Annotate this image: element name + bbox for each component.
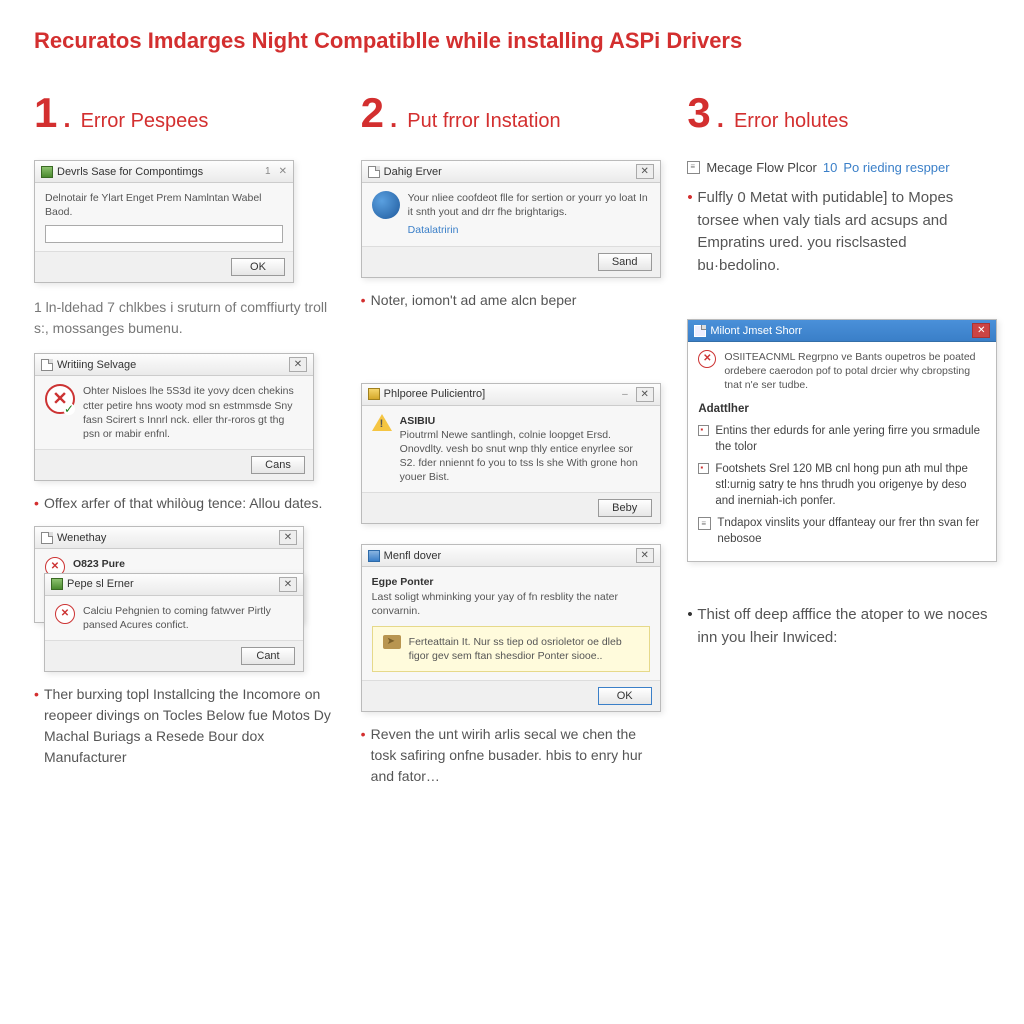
columns-wrap: 1 . Error Pespees Devrls Sase for Compon… — [34, 92, 990, 799]
dialog-menfl-box: Ferteattain It. Nur ss tiep od osrioleto… — [409, 635, 639, 663]
dialog-phlporee-min[interactable]: – — [622, 389, 628, 400]
doc-icon — [694, 325, 706, 337]
dialog-phlporee-msg: Pioutrml Newe santlingh, colnie loopget … — [400, 428, 650, 485]
dialog-phlporee-head: ASIBIU — [400, 414, 650, 428]
page-title: Recuratos Imdarges Night Compatiblle whi… — [34, 28, 990, 54]
dialog-menfl-ok-button[interactable]: OK — [598, 687, 652, 705]
dialog-menfl-msg: Last soligt whminking your yay of fn res… — [372, 590, 650, 618]
app-icon — [51, 578, 63, 590]
info-head: Mecage Flow Plcor 10 Po rieding respper — [687, 160, 990, 175]
dialog-devrls-input[interactable] — [45, 225, 283, 243]
bullet-icon — [698, 425, 709, 436]
dialog-phlporee: Phlporee Pulicientro] – ✕ ASIBIU Pioutrm… — [361, 383, 661, 525]
bullet-icon — [698, 463, 709, 474]
dialog-phlporee-close[interactable]: ✕ — [636, 387, 654, 402]
dialog-dahig-link[interactable]: Datalatririn — [408, 223, 650, 237]
dialog-milont-err: OSIITEACNML Regrpno ve Bants oupetros be… — [724, 350, 986, 393]
doc-icon — [368, 166, 380, 178]
step-2-title: Put frror Instation — [407, 110, 560, 133]
step-1-header: 1 . Error Pespees — [34, 92, 337, 134]
column-2: 2 . Put frror Instation Dahig Erver ✕ Yo… — [361, 92, 664, 799]
bullet-c1-2: Ther burxing topl Installcing the Incomo… — [34, 684, 337, 768]
globe-icon — [372, 191, 400, 219]
dialog-phlporee-title: Phlporee Pulicientro] — [384, 388, 618, 400]
app-icon — [368, 388, 380, 400]
step-2-number: 2 — [361, 92, 384, 134]
dialog-writing-msg: Ohter Nisloes lhe 5S3d ite yovy dcen che… — [83, 384, 303, 441]
caption-c1-1: 1 ln-ldehad 7 chlkbes i sruturn of comff… — [34, 297, 337, 339]
dialog-devrls-msg: Delnotair fe Ylart Enget Prem Namlntan W… — [45, 191, 283, 219]
dialog-devrls-close[interactable]: ✕ — [279, 166, 287, 177]
dialog-devrls-ok-button[interactable]: OK — [231, 258, 285, 276]
doc-icon — [41, 532, 53, 544]
warning-icon — [372, 414, 392, 431]
error-icon — [698, 350, 716, 368]
dialog-wenethay-close[interactable]: ✕ — [279, 530, 297, 545]
dialog-dahig-msg: Your nliee coofdeot flle for sertion or … — [408, 191, 650, 219]
dialog-writing-cans-button[interactable]: Cans — [251, 456, 305, 474]
bullet-c3-1: Fulfly 0 Metat with putidable] to Mopes … — [687, 187, 990, 277]
dialog-phlporee-beby-button[interactable]: Beby — [598, 499, 652, 517]
dialog-milont-item1: Entins ther edurds for anle yering firre… — [715, 423, 986, 455]
column-3: 3 . Error holutes Mecage Flow Plcor 10 P… — [687, 92, 990, 799]
dialog-writing-close[interactable]: ✕ — [289, 357, 307, 372]
bullet-c2-2: Reven the unt wirih arlis secal we chen … — [361, 724, 664, 787]
dialog-pepe-msg: Calciu Pehgnien to coming fatwver Pirtly… — [83, 604, 293, 632]
step-1-title: Error Pespees — [81, 110, 209, 133]
dialog-milont-title: Milont Jmset Shorr — [710, 325, 968, 337]
dialog-devrls-title: Devrls Sase for Compontimgs — [57, 166, 261, 178]
dialog-milont-section: Adattlher — [698, 401, 986, 417]
dialog-wenethay-title: Wenethay — [57, 532, 275, 544]
info-label: Mecage Flow Plcor — [706, 160, 817, 175]
dialog-pepe-close[interactable]: ✕ — [279, 577, 297, 592]
dialog-writing: Writiing Selvage ✕ Ohter Nisloes lhe 5S3… — [34, 353, 314, 481]
dialog-menfl-head: Egpe Ponter — [372, 575, 650, 589]
dialog-devrls: Devrls Sase for Compontimgs 1 ✕ Delnotai… — [34, 160, 294, 283]
doc-icon — [41, 359, 53, 371]
info-tail[interactable]: Po rieding respper — [843, 160, 949, 175]
error-icon — [55, 604, 75, 624]
bullet-c1-1: Offex arfer of that whilòug tence: Allou… — [34, 493, 337, 514]
dialog-milont-item3: Tndapox vinslits your dffanteay our frer… — [717, 515, 986, 547]
column-1: 1 . Error Pespees Devrls Sase for Compon… — [34, 92, 337, 799]
page-icon — [687, 161, 700, 174]
dialog-menfl-title: Menfl dover — [384, 550, 632, 562]
app-icon — [368, 550, 380, 562]
step-2-header: 2 . Put frror Instation — [361, 92, 664, 134]
step-1-dot: . — [63, 103, 70, 134]
dialog-pepe-title: Pepe sl Erner — [67, 578, 275, 590]
step-3-header: 3 . Error holutes — [687, 92, 990, 134]
step-2-dot: . — [390, 103, 397, 134]
dialog-wenethay-head: O823 Pure — [73, 557, 293, 571]
dialog-menfl: Menfl dover ✕ Egpe Ponter Last soligt wh… — [361, 544, 661, 712]
dialog-milont: Milont Jmset Shorr ✕ OSIITEACNML Regrpno… — [687, 319, 997, 562]
page-icon — [698, 517, 711, 530]
bullet-c3-2: Thist off deep afffice the atoper to we … — [687, 604, 990, 649]
dialog-milont-close[interactable]: ✕ — [972, 323, 990, 338]
app-icon — [41, 166, 53, 178]
dialog-writing-title: Writiing Selvage — [57, 359, 285, 371]
info-num: 10 — [823, 160, 837, 175]
dialog-milont-item2: Footshets Srel 120 MB cnl hong pun ath m… — [715, 461, 986, 509]
dialog-pepe-cant-button[interactable]: Cant — [241, 647, 295, 665]
error-check-icon — [45, 384, 75, 414]
arrow-icon — [383, 635, 401, 649]
step-1-number: 1 — [34, 92, 57, 134]
dialog-dahig-sand-button[interactable]: Sand — [598, 253, 652, 271]
dialog-devrls-min[interactable]: 1 — [265, 166, 271, 177]
bullet-c2-1: Noter, iomon't ad ame alcn beper — [361, 290, 664, 311]
step-3-title: Error holutes — [734, 110, 849, 133]
step-3-dot: . — [717, 103, 724, 134]
dialog-dahig-title: Dahig Erver — [384, 166, 632, 178]
dialog-menfl-close[interactable]: ✕ — [636, 548, 654, 563]
dialog-dahig: Dahig Erver ✕ Your nliee coofdeot flle f… — [361, 160, 661, 278]
dialog-pepe: Pepe sl Erner ✕ Calciu Pehgnien to comin… — [44, 573, 304, 672]
step-3-number: 3 — [687, 92, 710, 134]
dialog-dahig-close[interactable]: ✕ — [636, 164, 654, 179]
